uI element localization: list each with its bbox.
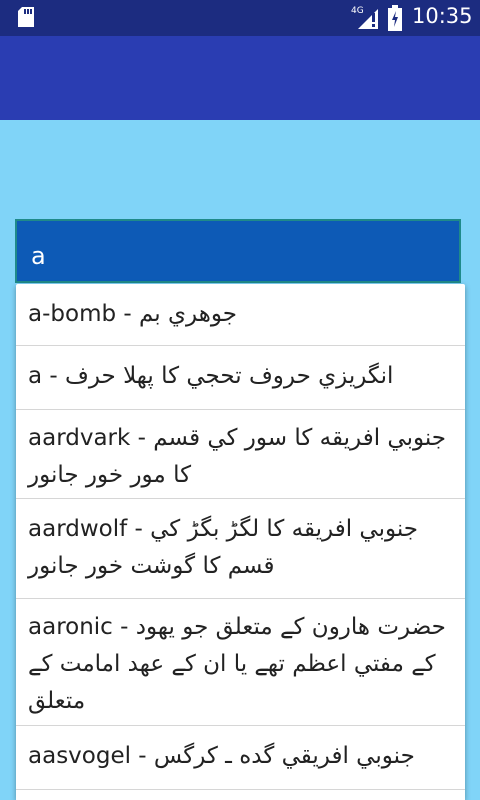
suggestion-text: aaronic - حضرت هارون کے متعلق جو يهود کے…	[28, 614, 446, 714]
suggestion-item[interactable]: aardwolf - جنوبي افريقه کا لگڑ بگڑ کي قس…	[16, 499, 465, 599]
suggestion-text: a - انگريزي حروف تحجي کا پهلا حرف	[28, 363, 394, 389]
app-bar	[0, 36, 480, 120]
suggestion-text: aardwolf - جنوبي افريقه کا لگڑ بگڑ کي قس…	[28, 516, 419, 579]
suggestion-text: aardvark - جنوبي افريقه کا سور کي قسم کا…	[28, 425, 447, 488]
status-bar: 4G 10:35	[0, 0, 480, 36]
suggestion-item[interactable]: aardvark - جنوبي افريقه کا سور کي قسم کا…	[16, 410, 465, 499]
suggestion-text: a-bomb - جوهري بم	[28, 301, 237, 327]
suggestion-item[interactable]: aaronic - حضرت هارون کے متعلق جو يهود کے…	[16, 599, 465, 726]
status-clock: 10:35	[412, 4, 473, 28]
suggestions-dropdown: a-bomb - جوهري بم a - انگريزي حروف تحجي …	[16, 284, 465, 800]
sd-card-icon	[18, 7, 34, 27]
suggestion-item[interactable]: a-bomb - جوهري بم	[16, 284, 465, 346]
suggestion-item[interactable]: aasvogel - جنوبي افريقي گده ـ کرگس	[16, 726, 465, 790]
suggestion-item[interactable]: a - انگريزي حروف تحجي کا پهلا حرف	[16, 346, 465, 410]
suggestion-text: aasvogel - جنوبي افريقي گده ـ کرگس	[28, 743, 415, 769]
search-query-text: a	[31, 242, 46, 270]
suggestion-item[interactable]	[16, 790, 465, 800]
signal-icon	[358, 9, 378, 29]
search-input[interactable]: a	[15, 219, 461, 283]
battery-charging-icon	[388, 5, 402, 31]
